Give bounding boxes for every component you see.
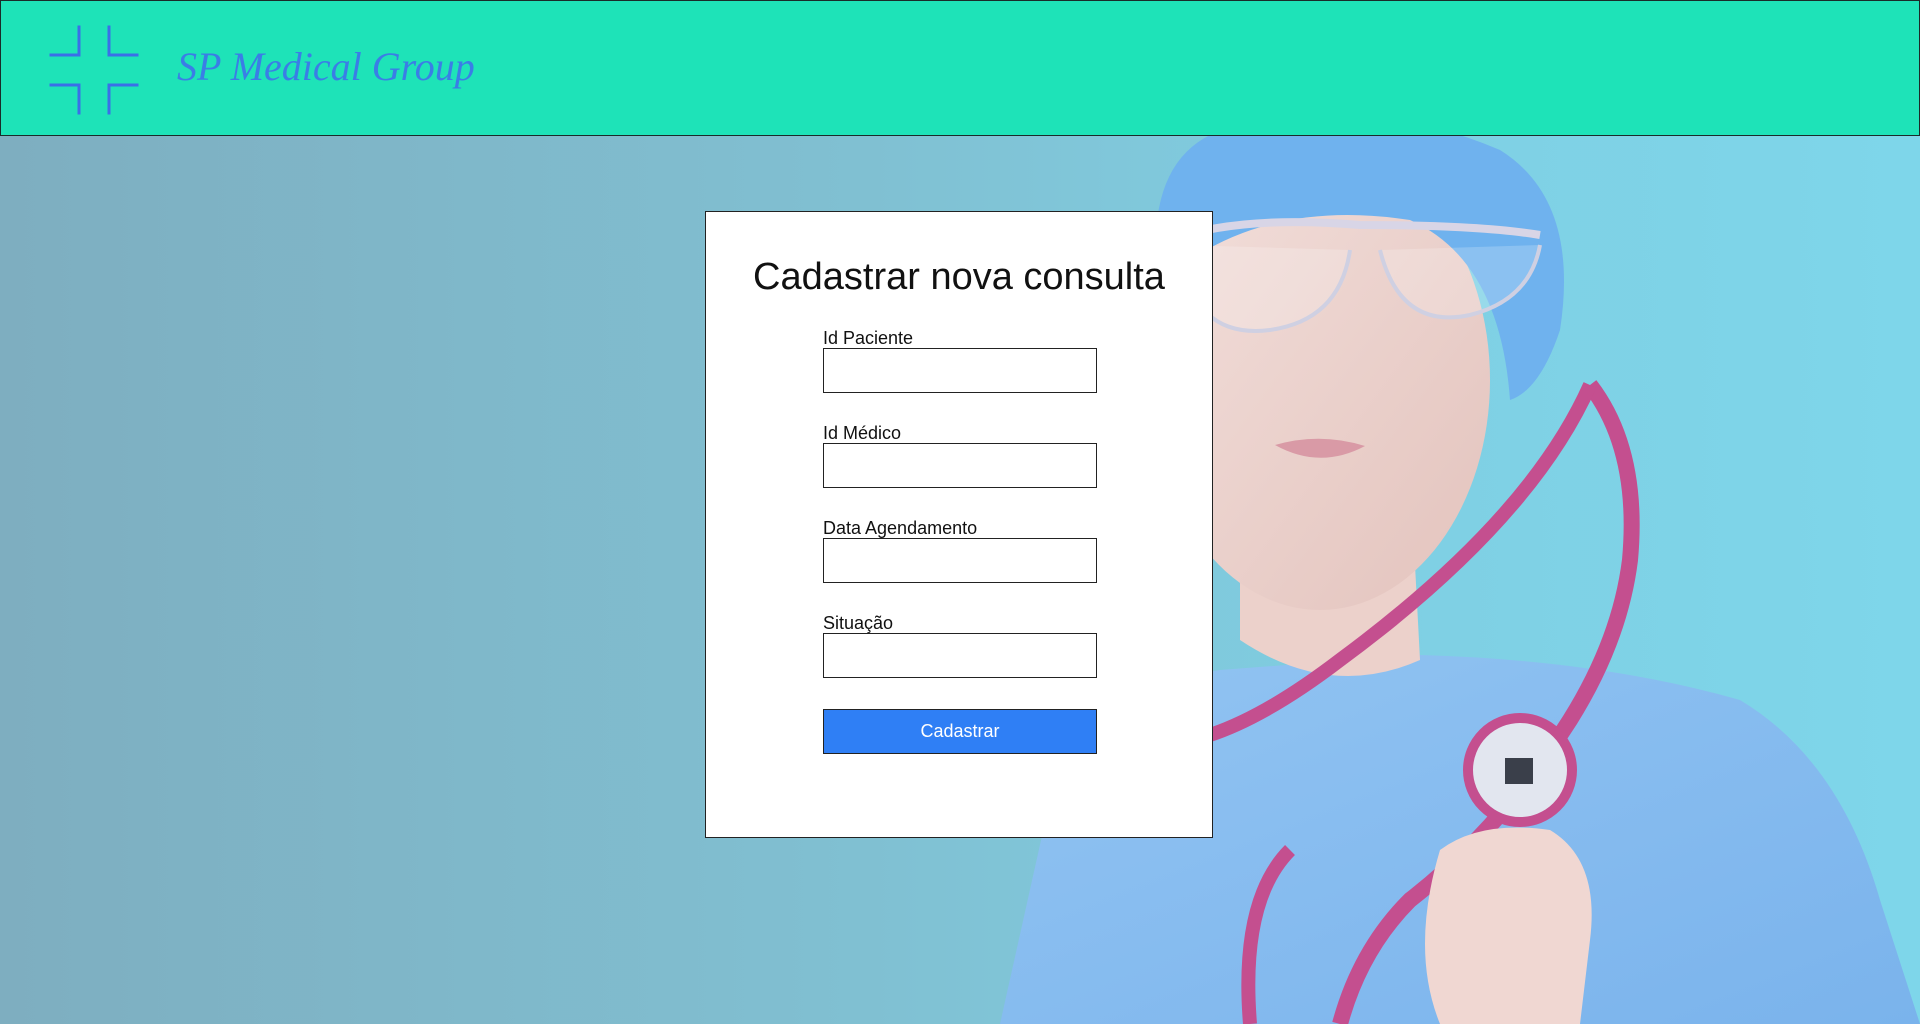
field-label: Id Paciente	[823, 328, 914, 348]
field-data-agendamento: Data Agendamento	[823, 518, 1097, 583]
field-id-paciente: Id Paciente	[823, 328, 1097, 393]
field-situacao: Situação	[823, 613, 1097, 678]
data-agendamento-input[interactable]	[823, 538, 1097, 583]
field-label: Situação	[823, 613, 894, 633]
brand-name[interactable]: SP Medical Group	[177, 43, 475, 90]
id-paciente-input[interactable]	[823, 348, 1097, 393]
field-label: Id Médico	[823, 423, 902, 443]
id-medico-input[interactable]	[823, 443, 1097, 488]
top-header: SP Medical Group	[0, 0, 1920, 136]
field-label: Data Agendamento	[823, 518, 978, 538]
situacao-input[interactable]	[823, 633, 1097, 678]
new-appointment-card: Cadastrar nova consulta Id Paciente Id M…	[705, 211, 1213, 838]
field-id-medico: Id Médico	[823, 423, 1097, 488]
medical-cross-corners-icon[interactable]	[49, 25, 139, 115]
cadastrar-button[interactable]: Cadastrar	[823, 709, 1097, 754]
form-title: Cadastrar nova consulta	[753, 256, 1165, 298]
page: SP Medical Group Cadastrar nova consulta…	[0, 0, 1920, 1024]
